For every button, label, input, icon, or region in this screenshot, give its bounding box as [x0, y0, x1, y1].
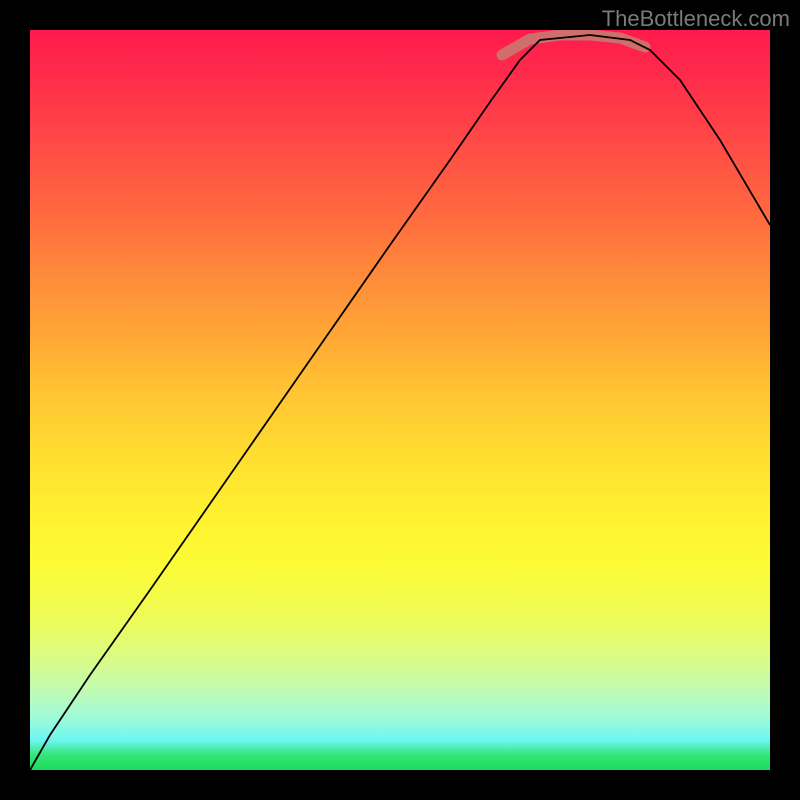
- watermark-text: TheBottleneck.com: [602, 6, 790, 32]
- min-highlight-segment: [502, 35, 645, 55]
- plot-area: [30, 30, 770, 770]
- chart-svg: [30, 30, 770, 770]
- bottleneck-curve-line: [30, 35, 770, 770]
